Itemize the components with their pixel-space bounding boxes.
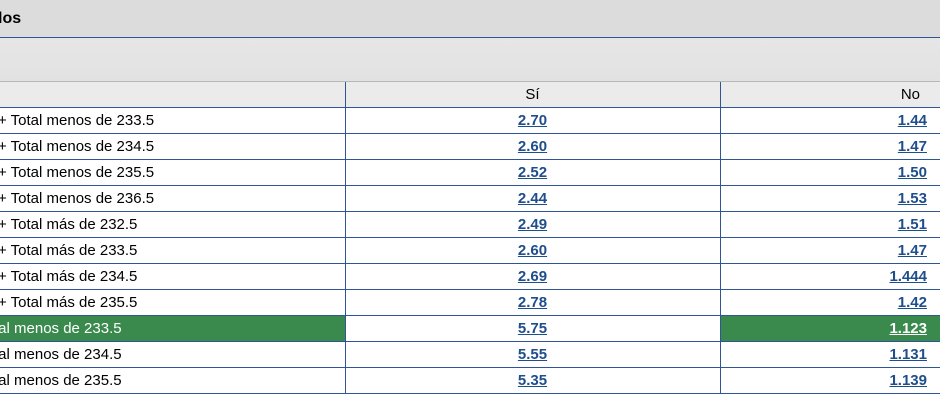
odd-no-cell: 1.51 xyxy=(719,211,940,238)
odd-yes-link[interactable]: 2.78 xyxy=(518,294,547,311)
betting-page: los Sí No + Total menos de 233.5 2.70 1.44… xyxy=(0,0,940,400)
market-name: + Total menos de 235.5 xyxy=(0,164,155,181)
odd-no-cell: 1.42 xyxy=(719,289,940,316)
odd-yes-cell: 2.69 xyxy=(344,263,720,290)
market-name-cell: + Total menos de 233.5 xyxy=(0,107,345,134)
odd-yes-link[interactable]: 2.70 xyxy=(518,112,547,129)
table-row: + Total menos de 236.5 2.44 1.53 xyxy=(0,185,940,212)
odd-yes-cell: 5.55 xyxy=(344,341,720,368)
odd-yes-cell: 5.35 xyxy=(344,367,720,394)
odd-yes-cell: 2.44 xyxy=(344,185,720,212)
column-header-market xyxy=(0,82,345,108)
odd-yes-cell: 2.78 xyxy=(344,289,720,316)
odd-yes-cell: 5.75 xyxy=(344,315,720,342)
table-row: tal menos de 235.5 5.35 1.139 xyxy=(0,367,940,394)
section-title: los xyxy=(0,10,22,27)
odd-no-cell: 1.47 xyxy=(719,237,940,264)
section-subheader xyxy=(0,38,940,82)
odd-no-link[interactable]: 1.50 xyxy=(898,164,927,181)
market-name-cell: + Total menos de 235.5 xyxy=(0,159,345,186)
odd-no-cell: 1.139 xyxy=(719,367,940,394)
odd-yes-link[interactable]: 2.60 xyxy=(518,138,547,155)
market-name-cell: + Total más de 235.5 xyxy=(0,289,345,316)
market-name: + Total menos de 236.5 xyxy=(0,190,155,207)
market-name: + Total menos de 233.5 xyxy=(0,112,155,129)
odd-no-cell: 1.44 xyxy=(719,107,940,134)
odd-no-link[interactable]: 1.139 xyxy=(889,372,927,389)
odd-yes-link[interactable]: 5.55 xyxy=(518,346,547,363)
market-name: + Total menos de 234.5 xyxy=(0,138,155,155)
odd-no-cell: 1.53 xyxy=(719,185,940,212)
table-row: + Total más de 235.5 2.78 1.42 xyxy=(0,289,940,316)
odd-yes-link[interactable]: 2.44 xyxy=(518,190,547,207)
table-row: + Total menos de 233.5 2.70 1.44 xyxy=(0,107,940,134)
table-row: + Total más de 233.5 2.60 1.47 xyxy=(0,237,940,264)
table-header-row: Sí No xyxy=(0,82,940,108)
market-name: tal menos de 234.5 xyxy=(0,346,122,363)
odd-no-cell: 1.50 xyxy=(719,159,940,186)
table-row: + Total menos de 234.5 2.60 1.47 xyxy=(0,133,940,160)
odd-no-cell: 1.131 xyxy=(719,341,940,368)
market-name: tal menos de 233.5 xyxy=(0,320,122,337)
odds-table: Sí No + Total menos de 233.5 2.70 1.44 + To… xyxy=(0,82,940,394)
odd-no-link[interactable]: 1.123 xyxy=(889,320,927,337)
table-row: + Total más de 234.5 2.69 1.444 xyxy=(0,263,940,290)
odd-no-link[interactable]: 1.47 xyxy=(898,138,927,155)
odd-no-cell: 1.123 xyxy=(719,315,940,342)
market-name: + Total más de 232.5 xyxy=(0,216,138,233)
odd-no-link[interactable]: 1.42 xyxy=(898,294,927,311)
table-row: + Total menos de 235.5 2.52 1.50 xyxy=(0,159,940,186)
market-name-cell: + Total más de 234.5 xyxy=(0,263,345,290)
odd-yes-cell: 2.60 xyxy=(344,237,720,264)
table-row: + Total más de 232.5 2.49 1.51 xyxy=(0,211,940,238)
column-header-yes: Sí xyxy=(344,82,720,108)
odd-yes-cell: 2.60 xyxy=(344,133,720,160)
market-name-cell: tal menos de 233.5 xyxy=(0,315,345,342)
table-row: tal menos de 233.5 5.75 1.123 xyxy=(0,315,940,342)
odd-yes-link[interactable]: 2.49 xyxy=(518,216,547,233)
odd-no-link[interactable]: 1.444 xyxy=(889,268,927,285)
odd-yes-link[interactable]: 2.69 xyxy=(518,268,547,285)
odd-no-link[interactable]: 1.44 xyxy=(898,112,927,129)
odd-yes-link[interactable]: 2.52 xyxy=(518,164,547,181)
odd-no-link[interactable]: 1.51 xyxy=(898,216,927,233)
market-name: tal menos de 235.5 xyxy=(0,372,122,389)
market-name: + Total más de 235.5 xyxy=(0,294,138,311)
market-name-cell: + Total más de 233.5 xyxy=(0,237,345,264)
column-header-no: No xyxy=(719,82,940,108)
section-header: los xyxy=(0,0,940,38)
market-name-cell: tal menos de 234.5 xyxy=(0,341,345,368)
market-name-cell: + Total más de 232.5 xyxy=(0,211,345,238)
odd-yes-cell: 2.49 xyxy=(344,211,720,238)
odd-no-link[interactable]: 1.53 xyxy=(898,190,927,207)
market-name: + Total más de 234.5 xyxy=(0,268,138,285)
odd-yes-link[interactable]: 2.60 xyxy=(518,242,547,259)
odd-no-cell: 1.47 xyxy=(719,133,940,160)
market-name: + Total más de 233.5 xyxy=(0,242,138,259)
market-name-cell: + Total menos de 234.5 xyxy=(0,133,345,160)
odd-no-link[interactable]: 1.131 xyxy=(889,346,927,363)
table-row: tal menos de 234.5 5.55 1.131 xyxy=(0,341,940,368)
market-name-cell: + Total menos de 236.5 xyxy=(0,185,345,212)
market-name-cell: tal menos de 235.5 xyxy=(0,367,345,394)
odd-yes-cell: 2.52 xyxy=(344,159,720,186)
odd-no-cell: 1.444 xyxy=(719,263,940,290)
odd-yes-link[interactable]: 5.75 xyxy=(518,320,547,337)
odd-yes-cell: 2.70 xyxy=(344,107,720,134)
odd-yes-link[interactable]: 5.35 xyxy=(518,372,547,389)
odd-no-link[interactable]: 1.47 xyxy=(898,242,927,259)
